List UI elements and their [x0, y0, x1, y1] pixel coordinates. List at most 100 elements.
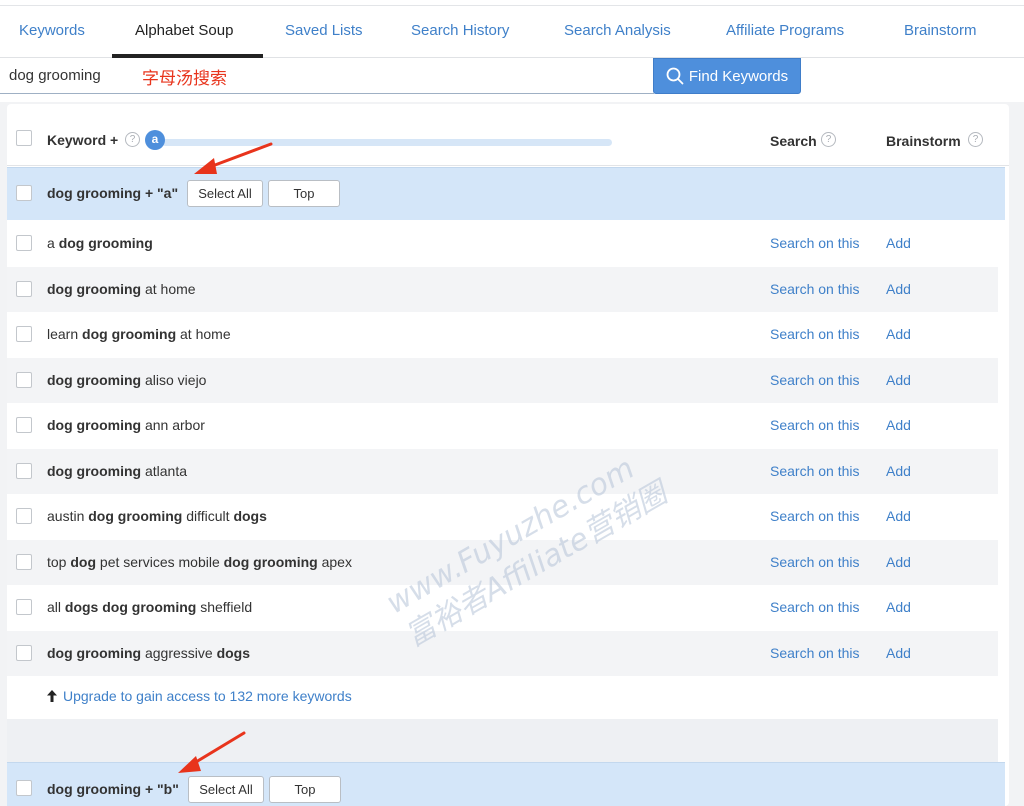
letter-slider-handle[interactable]: a [145, 130, 165, 150]
select-all-button[interactable]: Select All [188, 776, 264, 803]
row-checkbox[interactable] [16, 644, 32, 661]
add-link[interactable]: Add [886, 417, 911, 433]
tab-search-history[interactable]: Search History [411, 22, 509, 39]
group-checkbox[interactable] [16, 780, 32, 796]
tab-brainstorm[interactable]: Brainstorm [904, 22, 977, 39]
search-bar: 字母汤搜索 Find Keywords [0, 58, 1024, 102]
upgrade-link[interactable]: Upgrade to gain access to 132 more keywo… [47, 688, 352, 704]
search-on-this-link[interactable]: Search on this [770, 281, 860, 297]
find-keywords-label: Find Keywords [688, 67, 789, 85]
keyword-text: dog grooming at home [47, 281, 196, 297]
table-row: dog grooming aliso viejo Search on this Ad… [7, 357, 998, 403]
keyword-fragment: all [47, 599, 65, 615]
keyword-fragment: dog grooming [47, 371, 142, 388]
row-checkbox[interactable] [16, 371, 32, 388]
letter-group-b: dog grooming + "b" Select All Top [7, 762, 1005, 806]
keyword-fragment: sheffield [196, 599, 253, 615]
letter-slider-track[interactable] [162, 139, 612, 146]
add-link[interactable]: Add [886, 372, 911, 388]
top-button[interactable]: Top [268, 180, 340, 207]
keyword-fragment: aggressive [141, 644, 217, 661]
keyword-fragment: ann arbor [141, 417, 205, 433]
keyword-fragment: top [47, 553, 71, 570]
chinese-annotation: 字母汤搜索 [142, 69, 227, 89]
row-checkbox[interactable] [16, 280, 32, 297]
keyword-fragment: at home [141, 280, 196, 297]
keyword-column-label: Keyword + [47, 132, 119, 148]
keyword-fragment: dog grooming [47, 417, 142, 433]
group-checkbox[interactable] [16, 185, 32, 201]
keyword-text: austin dog grooming difficult dogs [47, 508, 267, 524]
tab-saved-lists[interactable]: Saved Lists [285, 22, 363, 39]
add-link[interactable]: Add [886, 599, 911, 615]
top-button[interactable]: Top [269, 776, 341, 803]
keyword-text: top dog pet services mobile dog grooming… [47, 554, 352, 570]
keyword-fragment: aliso viejo [141, 371, 207, 388]
keyword-fragment: apex [317, 553, 352, 570]
tab-alphabet-soup[interactable]: Alphabet Soup [135, 22, 233, 39]
keyword-text: learn dog grooming at home [47, 326, 231, 342]
table-row: a dog grooming Search on this Add [7, 221, 998, 267]
keyword-fragment: pet services mobile [96, 553, 224, 570]
search-on-this-link[interactable]: Search on this [770, 554, 860, 570]
add-link[interactable]: Add [886, 326, 911, 342]
main-nav: Keywords Alphabet Soup Saved Lists Searc… [0, 6, 1024, 58]
keyword-fragment: at home [176, 326, 231, 342]
find-keywords-button[interactable]: Find Keywords [653, 58, 801, 94]
keyword-fragment: dog [70, 553, 97, 570]
keyword-fragment: dogs [216, 644, 251, 661]
keyword-text: dog grooming ann arbor [47, 417, 205, 433]
keyword-fragment: dog grooming [82, 326, 177, 342]
tab-affiliate-programs[interactable]: Affiliate Programs [726, 22, 844, 39]
row-checkbox[interactable] [16, 508, 32, 524]
add-link[interactable]: Add [886, 645, 911, 661]
keyword-search-input[interactable] [0, 58, 654, 94]
tab-search-analysis[interactable]: Search Analysis [564, 22, 671, 39]
add-link[interactable]: Add [886, 508, 911, 524]
tab-keywords[interactable]: Keywords [19, 22, 85, 39]
search-on-this-link[interactable]: Search on this [770, 372, 860, 388]
search-on-this-link[interactable]: Search on this [770, 508, 860, 524]
keyword-fragment: dog grooming [88, 508, 183, 524]
table-row: dog grooming at home Search on this Add [7, 266, 998, 312]
keyword-fragment: dog grooming [47, 644, 142, 661]
keyword-fragment: dog grooming [58, 235, 153, 251]
table-row: dog grooming ann arbor Search on this Add [7, 403, 998, 449]
keyword-fragment: dogs [233, 508, 267, 524]
select-all-button[interactable]: Select All [187, 180, 263, 207]
select-all-checkbox[interactable] [16, 130, 32, 146]
keyword-fragment: dogs dog grooming [64, 599, 197, 615]
add-link[interactable]: Add [886, 554, 911, 570]
search-on-this-link[interactable]: Search on this [770, 417, 860, 433]
add-link[interactable]: Add [886, 235, 911, 251]
add-link[interactable]: Add [886, 463, 911, 479]
row-checkbox[interactable] [16, 235, 32, 251]
search-on-this-link[interactable]: Search on this [770, 235, 860, 251]
row-checkbox[interactable] [16, 326, 32, 342]
search-on-this-link[interactable]: Search on this [770, 645, 860, 661]
keyword-fragment: dog grooming [223, 553, 318, 570]
row-checkbox[interactable] [16, 462, 32, 479]
brainstorm-help-icon[interactable]: ? [968, 132, 983, 147]
row-checkbox[interactable] [16, 417, 32, 433]
arrow-up-icon [47, 690, 57, 702]
letter-group-a: dog grooming + "a" Select All Top [7, 167, 1005, 220]
search-help-icon[interactable]: ? [821, 132, 836, 147]
keyword-fragment: learn [47, 326, 83, 342]
search-on-this-link[interactable]: Search on this [770, 599, 860, 615]
keyword-help-icon[interactable]: ? [125, 132, 140, 147]
table-header: Keyword + ? a Search ? Brainstorm ? [7, 104, 1009, 166]
search-icon [666, 67, 684, 85]
keyword-fragment: dog grooming [47, 462, 142, 479]
search-on-this-link[interactable]: Search on this [770, 326, 860, 342]
keyword-text: dog grooming aliso viejo [47, 372, 206, 388]
table-row: dog grooming aggressive dogs Search on th… [7, 630, 998, 676]
group-label: dog grooming + "a" [47, 185, 179, 201]
keyword-fragment: atlanta [141, 462, 188, 479]
row-checkbox[interactable] [16, 599, 32, 615]
row-checkbox[interactable] [16, 553, 32, 570]
add-link[interactable]: Add [886, 281, 911, 297]
search-on-this-link[interactable]: Search on this [770, 463, 860, 479]
keyword-fragment: dog grooming [47, 280, 142, 297]
brainstorm-column-label: Brainstorm [886, 133, 961, 149]
